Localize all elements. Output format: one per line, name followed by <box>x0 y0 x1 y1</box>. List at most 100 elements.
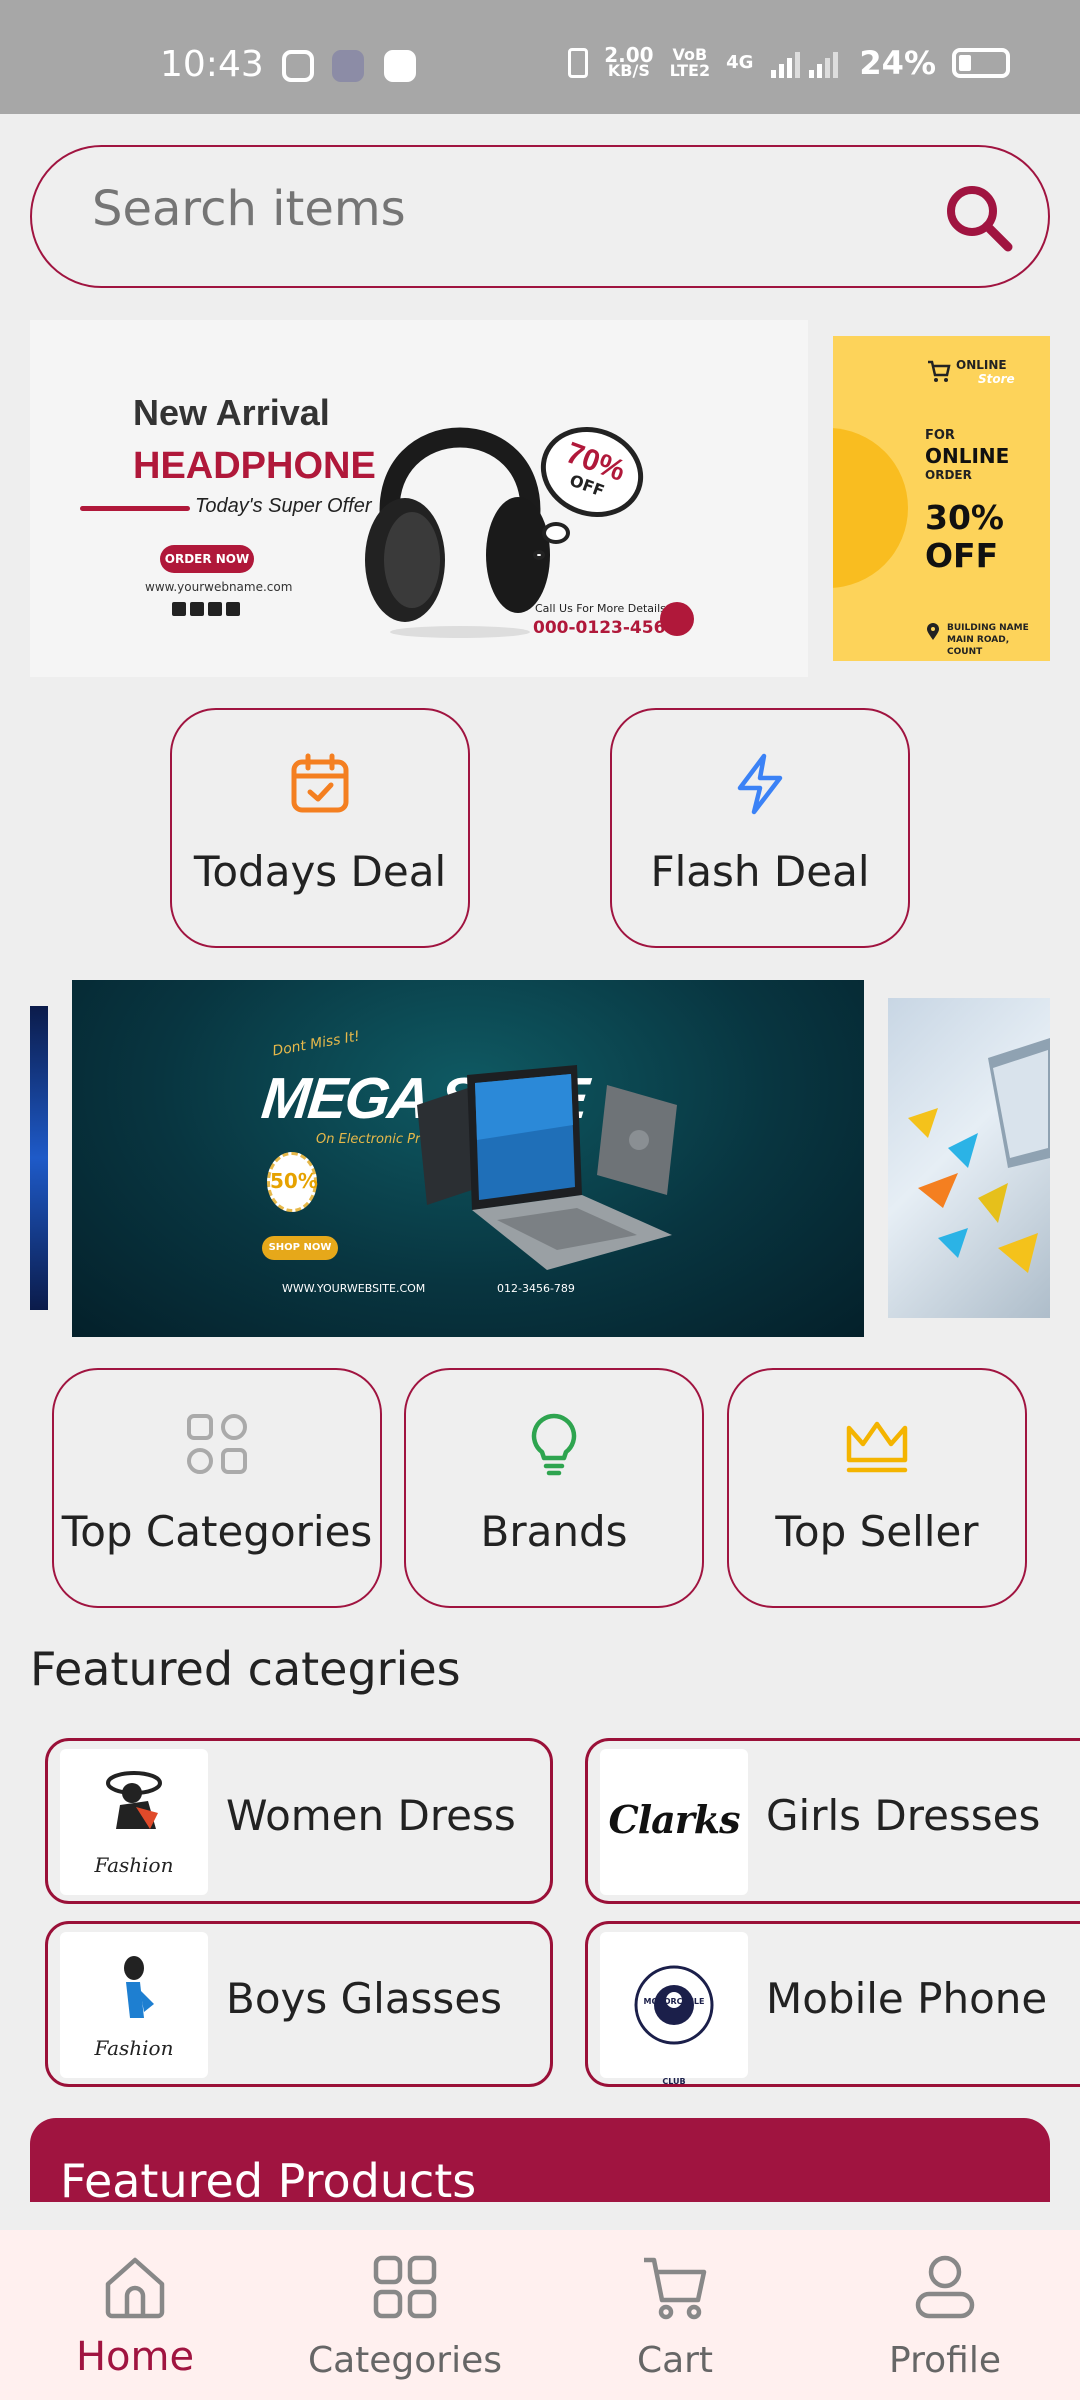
featured-categories-title: Featured categries <box>30 1642 461 1696</box>
nav-cart-label: Cart <box>636 2340 714 2381</box>
address-line1: BUILDING NAME <box>947 623 1029 633</box>
fashion-figure-icon <box>124 1956 154 2018</box>
fashion-logo: Fashion <box>60 1932 208 2078</box>
fashion-logo-text: Fashion <box>94 2036 174 2060</box>
battery-percent: 24% <box>859 44 936 82</box>
flash-deal-label: Flash Deal <box>650 847 870 896</box>
banner-online-order[interactable]: ONLINE Store FOR ONLINE ORDER 30% OFF BU… <box>833 336 1050 661</box>
top-categories-button[interactable]: Top Categories <box>52 1368 382 1608</box>
brands-button[interactable]: Brands <box>404 1368 704 1608</box>
banner-address: BUILDING NAME MAIN ROAD, COUNT <box>947 622 1047 658</box>
todays-deal-label: Todays Deal <box>193 847 447 896</box>
network-speed: 2.00 KB/S <box>604 45 653 80</box>
category-name: Boys Glasses <box>226 1974 503 2023</box>
top-seller-label: Top Seller <box>775 1507 979 1556</box>
headphone-image <box>365 427 550 638</box>
banner-order: ORDER <box>925 468 972 482</box>
grid-icon <box>187 1414 247 1474</box>
fashion-figure-icon <box>106 1771 162 1829</box>
top-seller-button[interactable]: Top Seller <box>727 1368 1027 1608</box>
bubble-dot <box>533 550 545 560</box>
nav-cart[interactable]: Cart <box>540 2230 810 2400</box>
grid-icon <box>373 2255 437 2319</box>
mega-shop-button: SHOP NOW <box>262 1236 338 1260</box>
banner-headphone[interactable]: New Arrival HEADPHONE Today's Super Offe… <box>30 320 808 677</box>
pinterest-icon <box>190 602 204 616</box>
motorcycle-club-logo: MOTORCYCLE CLUB <box>600 1932 748 2084</box>
banner-offer: Today's Super Offer <box>195 495 372 517</box>
category-name: Mobile Phone <box>766 1974 1048 2023</box>
banner-next-peek[interactable] <box>888 998 1050 1318</box>
featured-products-header: Featured Products <box>30 2118 1050 2202</box>
bottom-navigation: Home Categories Cart Profile <box>0 2230 1080 2400</box>
banner-underline <box>80 506 190 511</box>
nav-home[interactable]: Home <box>0 2230 270 2400</box>
user-icon <box>915 2255 975 2319</box>
banner-phone: 000-0123-4567 <box>533 618 678 638</box>
motorcycle-club-text: MOTORCYCLE CLUB <box>643 1997 705 2086</box>
cart-icon <box>928 360 951 382</box>
category-card-girls-dresses[interactable]: Clarks Girls Dresses <box>585 1738 1080 1904</box>
mega-dont-miss: Dont Miss It! <box>271 1028 362 1060</box>
signal-type: 4G <box>726 52 754 73</box>
address-line2: MAIN ROAD, COUNT <box>947 635 1010 657</box>
lightning-icon <box>737 753 783 815</box>
search-icon[interactable] <box>942 181 1014 253</box>
crown-icon <box>846 1421 908 1473</box>
linkedin-icon <box>208 602 222 616</box>
clarks-logo-text: Clarks <box>608 1797 740 1842</box>
fashion-logo: Fashion <box>60 1749 208 1895</box>
calendar-check-icon <box>291 753 349 813</box>
category-card-mobile-phone[interactable]: MOTORCYCLE CLUB Mobile Phone <box>585 1921 1080 2087</box>
search-input[interactable] <box>92 181 892 237</box>
facebook-icon <box>226 602 240 616</box>
banner-headline: HEADPHONE <box>133 445 376 487</box>
nav-profile-label: Profile <box>889 2340 1001 2381</box>
signal-icon <box>771 52 839 78</box>
search-bar[interactable] <box>30 145 1050 288</box>
nav-categories-label: Categories <box>307 2340 503 2381</box>
social-icons <box>172 602 240 616</box>
banner-off: OFF <box>925 536 999 575</box>
mega-phone: 012-3456-789 <box>497 1282 575 1295</box>
status-bar: 10:43 2.00 KB/S VoB LTE2 4G 24% <box>0 0 1080 114</box>
bubble-dot <box>542 522 570 544</box>
vibrate-icon <box>568 48 589 78</box>
twitter-icon <box>172 602 186 616</box>
instagram-icon <box>282 50 314 82</box>
category-card-boys-glasses[interactable]: Fashion Boys Glasses <box>45 1921 553 2087</box>
brands-label: Brands <box>480 1507 628 1556</box>
lightbulb-icon <box>531 1413 577 1476</box>
banner-new-arrival: New Arrival <box>133 392 330 433</box>
mega-discount-badge: 50% <box>267 1152 318 1212</box>
category-name: Women Dress <box>226 1791 516 1840</box>
banner-online: ONLINE <box>925 444 1010 468</box>
flash-deal-button[interactable]: Flash Deal <box>610 708 910 948</box>
online-store-logo: ONLINE Store <box>956 358 1015 386</box>
location-pin-icon <box>927 623 939 640</box>
nav-profile[interactable]: Profile <box>810 2230 1080 2400</box>
status-time: 10:43 <box>160 44 264 85</box>
category-card-women-dress[interactable]: Fashion Women Dress <box>45 1738 553 1904</box>
banner-order-button: ORDER NOW <box>160 545 254 573</box>
network-speed-unit: KB/S <box>607 61 650 80</box>
home-icon <box>105 2257 165 2319</box>
colorful-shapes-image <box>908 1038 1050 1273</box>
top-categories-label: Top Categories <box>61 1507 373 1556</box>
mega-badge-value: 50% <box>270 1169 318 1193</box>
logo-top: ONLINE <box>956 358 1007 372</box>
laptop-image <box>417 1065 677 1270</box>
todays-deal-button[interactable]: Todays Deal <box>170 708 470 948</box>
banner-website: www.yourwebname.com <box>145 580 293 594</box>
logo-bottom: Store <box>978 372 1015 386</box>
banner-previous-peek[interactable] <box>30 1006 48 1310</box>
battery-icon <box>952 48 1010 78</box>
banner-mega-sale[interactable]: Dont Miss It! MEGA SALE On Electronic Pr… <box>72 980 864 1337</box>
clarks-logo: Clarks <box>600 1749 748 1895</box>
featured-products-title: Featured Products <box>60 2154 477 2202</box>
cart-icon <box>644 2257 707 2320</box>
fashion-logo-text: Fashion <box>94 1853 174 1877</box>
status-right: 2.00 KB/S VoB LTE2 4G 24% <box>568 44 1010 82</box>
nav-categories[interactable]: Categories <box>270 2230 540 2400</box>
linkedin-icon <box>384 50 416 82</box>
